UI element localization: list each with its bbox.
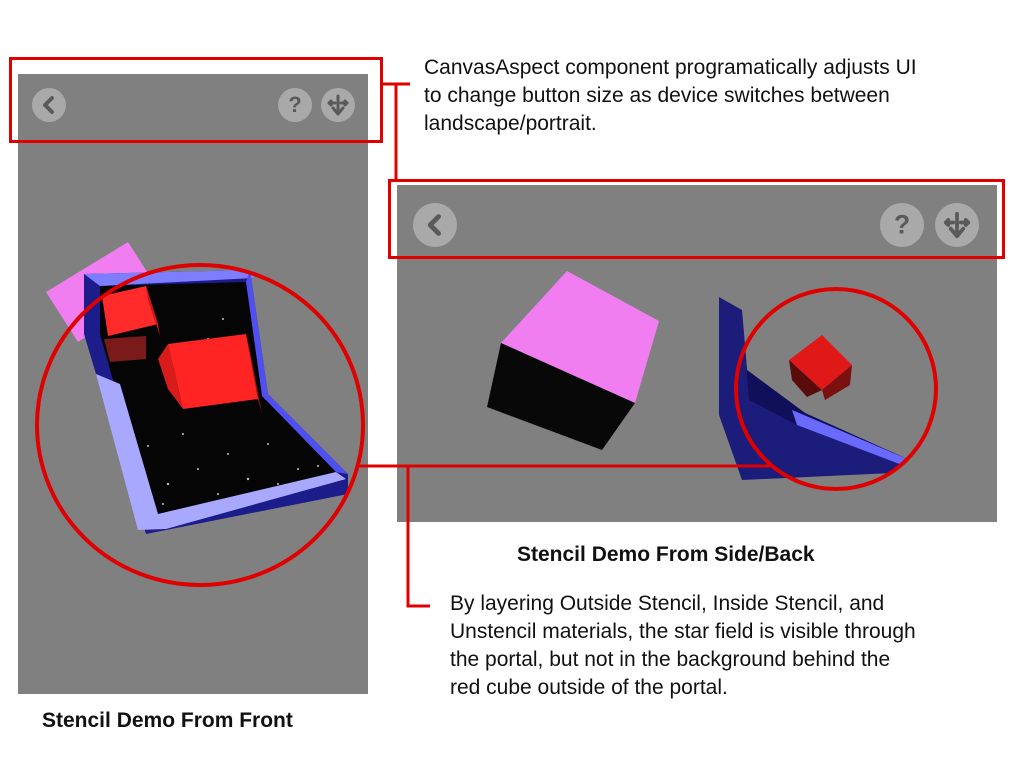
annotation-line: CanvasAspect component programatically a…: [424, 56, 917, 79]
annotation-line: red cube outside of the portal.: [450, 676, 728, 699]
caption-side: Stencil Demo From Side/Back: [517, 543, 815, 566]
annotation-line: Unstencil materials, the star field is v…: [450, 620, 916, 643]
annotation-line: landscape/portrait.: [424, 112, 597, 135]
annotation-line: By layering Outside Stencil, Inside Sten…: [450, 592, 885, 615]
annotation-line: the portal, but not in the background be…: [450, 648, 891, 671]
annotation-ui-scaling: CanvasAspect component programatically a…: [424, 54, 1004, 138]
caption-front: Stencil Demo From Front: [42, 709, 293, 732]
annotation-line: to change button size as device switches…: [424, 84, 890, 107]
annotation-stencil-layering: By layering Outside Stencil, Inside Sten…: [450, 590, 1020, 702]
